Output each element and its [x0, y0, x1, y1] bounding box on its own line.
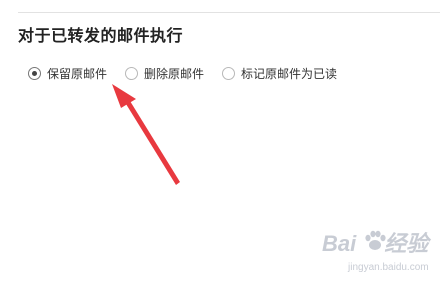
radio-button-checked[interactable] — [28, 67, 41, 80]
watermark-logo-start: Bai — [322, 231, 357, 256]
baidu-watermark: Bai 经验 jingyan.baidu.com — [322, 226, 440, 280]
paw-icon — [365, 230, 386, 250]
watermark-subtext: jingyan.baidu.com — [348, 262, 429, 273]
watermark-logo-end: 经验 — [384, 231, 429, 256]
section-title: 对于已转发的邮件执行 — [18, 26, 184, 45]
radio-option-mark-read[interactable]: 标记原邮件为已读 — [222, 65, 337, 82]
radio-dot — [32, 71, 37, 76]
radio-option-keep-original[interactable]: 保留原邮件 — [28, 65, 107, 82]
arrow-head — [112, 84, 136, 108]
arrow-shaft — [126, 101, 180, 185]
radio-label-keep-original: 保留原邮件 — [47, 67, 108, 81]
radio-button-unchecked[interactable] — [125, 67, 139, 80]
settings-page: 对于已转发的邮件执行 保留原邮件 删除原邮件 标记原邮件为已读 Bai 经验 ji… — [0, 0, 447, 286]
radio-label-mark-read: 标记原邮件为已读 — [241, 67, 338, 81]
radio-button-unchecked[interactable] — [222, 67, 236, 80]
radio-option-delete-original[interactable]: 删除原邮件 — [125, 65, 204, 82]
forward-action-radio-group: 保留原邮件 删除原邮件 标记原邮件为已读 — [28, 65, 355, 82]
divider — [18, 12, 440, 13]
radio-label-delete-original: 删除原邮件 — [144, 67, 205, 81]
